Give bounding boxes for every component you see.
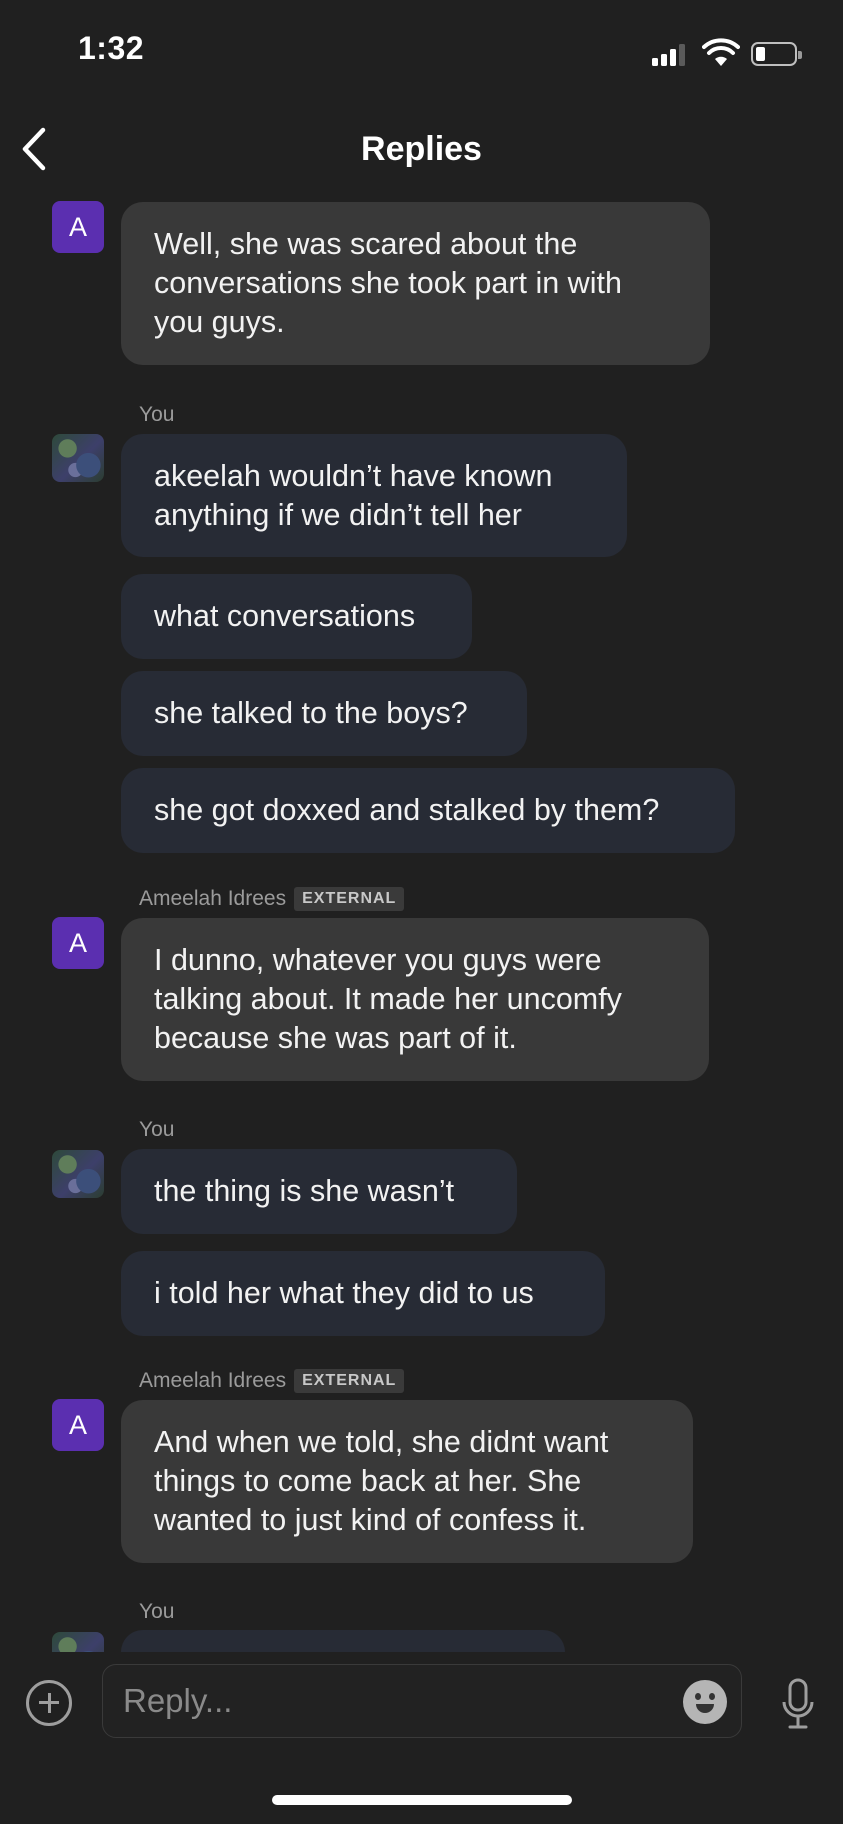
plus-circle-icon[interactable] [26,1680,72,1726]
avatar[interactable]: A [52,1399,104,1451]
microphone-icon[interactable] [780,1678,816,1730]
external-badge: EXTERNAL [294,887,405,911]
message-text: Well, she was scared about the conversat… [154,227,622,339]
sender-name: You [139,1600,175,1623]
reply-input[interactable]: Reply... [102,1664,742,1738]
wifi-icon [702,38,740,66]
message-bubble[interactable]: she talked to the boys? [121,671,527,756]
sender-name: Ameelah Idrees EXTERNAL [139,1369,405,1393]
message-bubble[interactable]: And when we told, she didnt want things … [121,1400,693,1563]
sender-name: Ameelah Idrees EXTERNAL [139,887,405,911]
avatar[interactable] [52,434,104,482]
home-indicator[interactable] [272,1795,572,1805]
replies-screen: 1:32 Replies A Well, she was scared abou… [0,0,843,1824]
message-text: And when we told, she didnt want things … [154,1425,609,1537]
reply-placeholder: Reply... [123,1682,233,1719]
sender-name: You [139,1118,175,1141]
message-text: i told her what they did to us [154,1276,534,1310]
message-bubble[interactable]: I dunno, whatever you guys were talking … [121,918,709,1081]
message-bubble[interactable]: akeelah wouldn’t have known anything if … [121,434,627,557]
avatar[interactable]: A [52,917,104,969]
message-bubble[interactable]: the thing is she wasn’t [121,1149,517,1234]
status-time: 1:32 [78,30,145,66]
message-text: I dunno, whatever you guys were talking … [154,943,622,1055]
message-bubble[interactable]: she got doxxed and stalked by them? [121,768,735,853]
message-text: she talked to the boys? [154,696,468,730]
message-text: she got doxxed and stalked by them? [154,793,660,827]
message-text: akeelah wouldn’t have known anything if … [154,458,553,532]
page-title: Replies [361,130,482,168]
avatar[interactable] [52,1150,104,1198]
message-bubble[interactable]: Well, she was scared about the conversat… [121,202,710,365]
signal-icon [652,42,692,66]
battery-icon [751,42,802,66]
message-bubble[interactable]: i told her what they did to us [121,1251,605,1336]
external-badge: EXTERNAL [294,1369,405,1393]
avatar[interactable]: A [52,201,104,253]
emoji-icon[interactable] [683,1680,727,1724]
message-bubble[interactable]: what conversations [121,574,472,659]
message-text: what conversations [154,599,416,633]
sender-name: You [139,403,175,426]
message-text: the thing is she wasn’t [154,1174,455,1208]
